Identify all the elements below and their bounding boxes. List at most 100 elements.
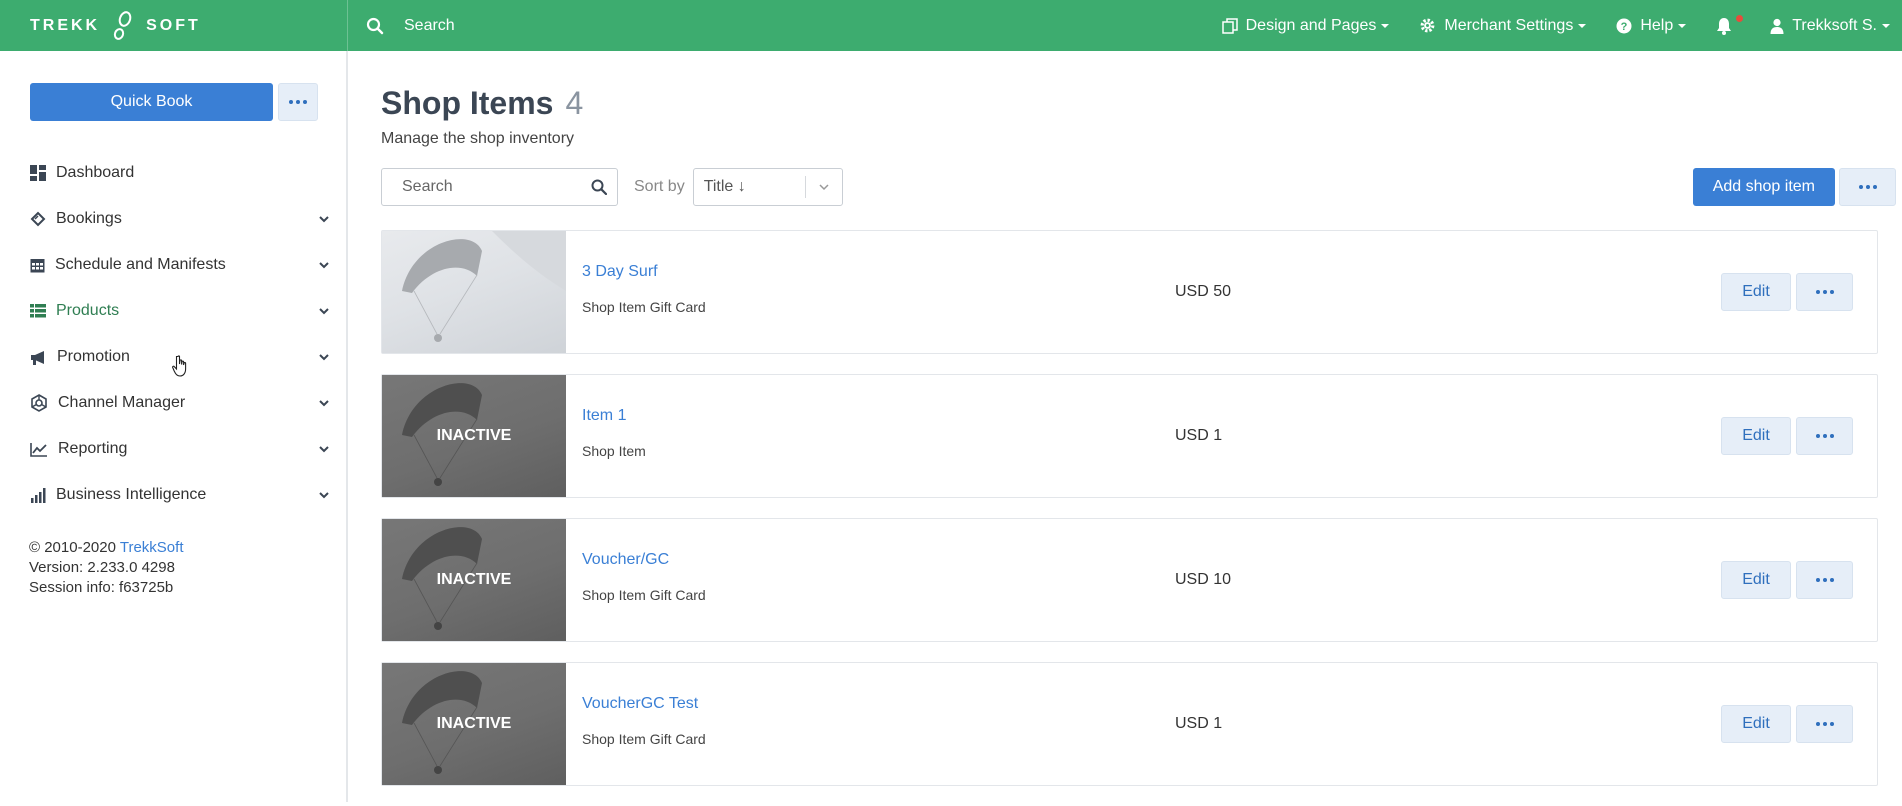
copyright-text: © 2010-2020 — [29, 539, 116, 556]
page-subtitle: Manage the shop inventory — [381, 130, 575, 147]
sidebar-item-products[interactable]: Products — [30, 288, 330, 334]
inactive-label: INACTIVE — [436, 571, 512, 588]
chevron-down-icon — [319, 216, 329, 223]
merchant-settings-menu[interactable]: Merchant Settings — [1419, 16, 1587, 35]
sidebar-item-label: Schedule and Manifests — [55, 256, 226, 273]
shop-items-more-button[interactable] — [1839, 168, 1896, 206]
sidebar-item-label: Channel Manager — [58, 394, 186, 411]
shop-search-input[interactable]: Search — [381, 168, 618, 206]
item-more-button[interactable] — [1796, 705, 1853, 743]
shop-item-thumbnail[interactable]: INACTIVE — [382, 663, 566, 785]
shop-item-price: USD 1 — [1175, 427, 1223, 444]
shop-item-thumbnail[interactable]: INACTIVE — [382, 519, 566, 641]
more-dots-icon — [1815, 578, 1834, 582]
shop-item-row: INACTIVE Item 1 Shop Item USD 1 Edit — [381, 374, 1878, 498]
sidebar-item-bookings[interactable]: Bookings — [30, 196, 330, 242]
item-more-button[interactable] — [1796, 273, 1853, 311]
paraglider-image-icon — [402, 231, 566, 342]
sidebar-item-channel-manager[interactable]: Channel Manager — [30, 380, 330, 426]
sidebar-item-schedule[interactable]: Schedule and Manifests — [30, 242, 330, 288]
shop-item-thumbnail[interactable]: INACTIVE — [382, 375, 566, 497]
item-more-button[interactable] — [1796, 417, 1853, 455]
trekksoft-link[interactable]: TrekkSoft — [120, 539, 184, 556]
merchant-settings-label: Merchant Settings — [1444, 16, 1574, 34]
ticket-icon — [30, 211, 46, 227]
sidebar: Quick Book Dashboard Bookings Schedule a… — [0, 51, 348, 802]
main-content: Shop Items 4 Manage the shop inventory S… — [350, 51, 1902, 802]
brand-text-right: SOFT — [146, 16, 201, 34]
shop-item-row: 3 Day Surf Shop Item Gift Card USD 50 Ed… — [381, 230, 1878, 354]
footprint-logo-icon — [113, 10, 132, 40]
dashboard-icon — [30, 165, 46, 181]
chevron-down-icon — [319, 492, 329, 499]
sidebar-item-label: Dashboard — [56, 164, 135, 181]
quick-book-more-button[interactable] — [278, 83, 318, 121]
sort-label: Sort by — [634, 178, 685, 195]
caret-down-icon — [1882, 23, 1890, 28]
svg-text:?: ? — [1621, 21, 1628, 33]
version-text: Version: 2.233.0 4298 — [29, 559, 175, 576]
shop-item-row: INACTIVE VoucherGC Test Shop Item Gift C… — [381, 662, 1878, 786]
shop-item-title[interactable]: Voucher/GC — [582, 551, 706, 569]
sort-value: Title ↓ — [703, 178, 746, 195]
sidebar-item-label: Products — [56, 302, 120, 319]
sidebar-item-label: Business Intelligence — [56, 486, 207, 503]
sidebar-item-business-intelligence[interactable]: Business Intelligence — [30, 472, 330, 518]
shop-item-type: Shop Item Gift Card — [582, 299, 706, 315]
help-label: Help — [1640, 16, 1674, 34]
sidebar-item-label: Promotion — [57, 348, 130, 365]
user-name: Trekksoft S. — [1792, 16, 1877, 34]
user-icon — [1770, 18, 1784, 34]
shop-item-title[interactable]: Item 1 — [582, 407, 646, 425]
shop-item-price: USD 1 — [1175, 715, 1223, 732]
shop-item-title[interactable]: 3 Day Surf — [582, 263, 706, 281]
shop-item-thumbnail[interactable] — [382, 231, 566, 353]
global-search-label: Search — [404, 16, 455, 34]
shop-item-price: USD 10 — [1175, 571, 1232, 588]
copy-pages-icon — [1221, 17, 1238, 34]
sidebar-item-reporting[interactable]: Reporting — [30, 426, 330, 472]
chevron-down-icon — [319, 354, 329, 361]
design-pages-label: Design and Pages — [1245, 16, 1377, 34]
more-dots-icon — [1815, 434, 1834, 438]
sidebar-footer: © 2010-2020 TrekkSoft Version: 2.233.0 4… — [29, 538, 184, 598]
edit-button[interactable]: Edit — [1721, 561, 1791, 599]
brand-logo[interactable]: TREKK SOFT — [0, 0, 348, 51]
design-pages-menu[interactable]: Design and Pages — [1221, 16, 1390, 35]
chevron-down-icon — [819, 184, 829, 191]
notification-dot — [1736, 14, 1744, 22]
user-menu[interactable]: Trekksoft S. — [1770, 17, 1890, 35]
shop-item-row: INACTIVE Voucher/GC Shop Item Gift Card … — [381, 518, 1878, 642]
gear-icon — [1420, 18, 1435, 33]
hand-cursor-icon — [172, 355, 187, 377]
top-bar: TREKK SOFT Search Design and Pages Merch… — [0, 0, 1902, 51]
sort-select[interactable]: Title ↓ — [692, 168, 843, 206]
channel-icon — [31, 394, 47, 412]
bar-chart-icon — [31, 487, 46, 503]
edit-button[interactable]: Edit — [1721, 273, 1791, 311]
notifications-button[interactable] — [1716, 14, 1744, 35]
line-chart-icon — [30, 442, 47, 457]
edit-button[interactable]: Edit — [1721, 417, 1791, 455]
quick-book-button[interactable]: Quick Book — [30, 83, 273, 121]
shop-item-price: USD 50 — [1175, 283, 1232, 300]
shop-item-title[interactable]: VoucherGC Test — [582, 695, 706, 713]
edit-button[interactable]: Edit — [1721, 705, 1791, 743]
more-dots-icon — [1815, 290, 1834, 294]
item-more-button[interactable] — [1796, 561, 1853, 599]
caret-down-icon — [1578, 23, 1587, 28]
shop-items-list: 3 Day Surf Shop Item Gift Card USD 50 Ed… — [381, 230, 1878, 806]
sidebar-nav: Dashboard Bookings Schedule and Manifest… — [30, 150, 330, 518]
megaphone-icon — [31, 350, 44, 365]
inactive-label: INACTIVE — [436, 715, 512, 732]
add-shop-item-button[interactable]: Add shop item — [1692, 168, 1835, 206]
help-menu[interactable]: ? Help — [1616, 16, 1687, 35]
sidebar-item-label: Reporting — [58, 440, 128, 457]
global-search[interactable]: Search — [348, 0, 1192, 51]
sidebar-item-label: Bookings — [56, 210, 122, 227]
more-dots-icon — [289, 100, 307, 104]
chevron-down-icon — [319, 446, 329, 453]
sidebar-item-dashboard[interactable]: Dashboard — [30, 150, 330, 196]
inactive-label: INACTIVE — [436, 427, 512, 444]
caret-down-icon — [1381, 23, 1390, 28]
